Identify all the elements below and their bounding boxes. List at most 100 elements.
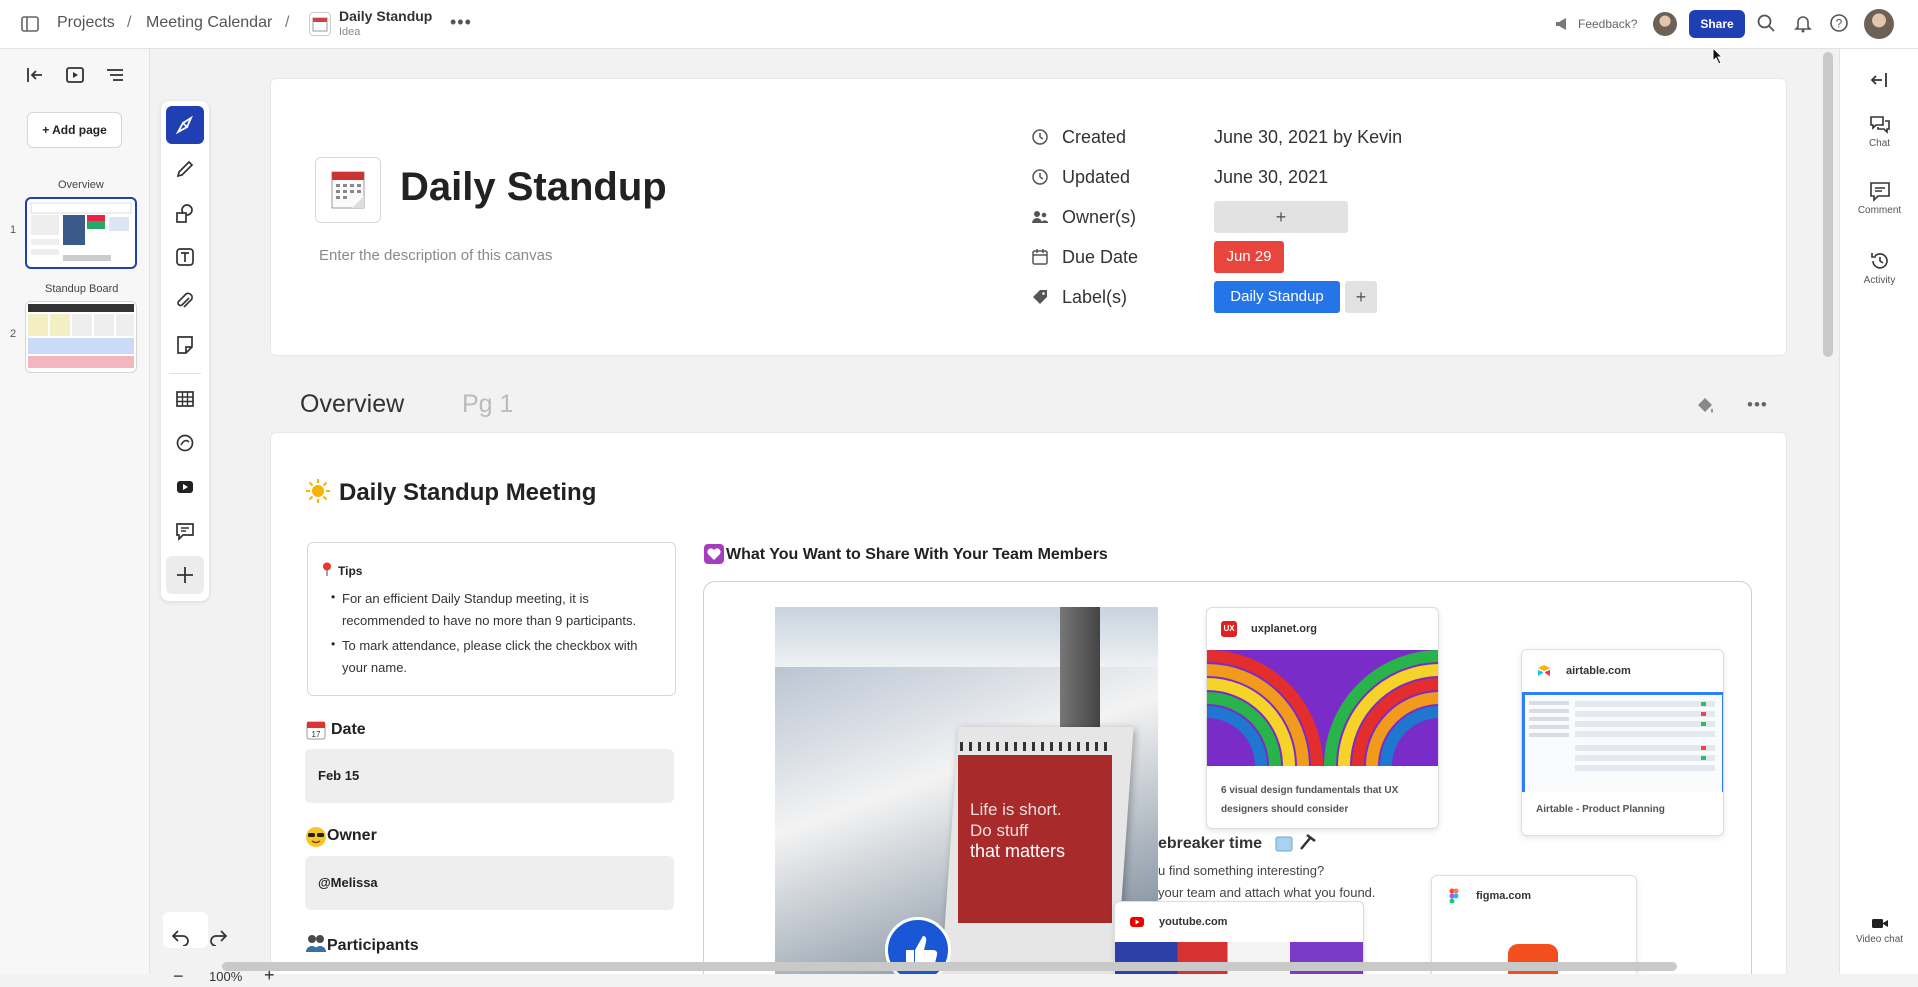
created-label: Created xyxy=(1062,127,1127,147)
icebreaker-line: your team and attach what you found. xyxy=(1158,885,1376,900)
whiteboard-tool-icon[interactable] xyxy=(166,424,204,462)
owner-field[interactable]: @Melissa xyxy=(305,856,674,910)
redo-icon[interactable] xyxy=(208,928,228,946)
add-label-button[interactable]: + xyxy=(1345,281,1377,313)
table-tool-icon[interactable] xyxy=(166,380,204,418)
divider xyxy=(169,373,201,374)
link-card-uxplanet[interactable]: UX uxplanet.org 6 visual design fundamen… xyxy=(1206,607,1439,829)
undo-icon[interactable] xyxy=(171,928,191,946)
vertical-scrollbar[interactable] xyxy=(1823,52,1833,357)
motivational-photo[interactable]: Life is short. Do stuff that matters xyxy=(775,607,1158,974)
tip-item: For an efficient Daily Standup meeting, … xyxy=(342,591,637,628)
canvas-status: Idea xyxy=(339,26,361,38)
feedback-link[interactable]: Feedback? xyxy=(1578,17,1637,31)
clock-icon xyxy=(1031,128,1049,146)
breadcrumb-separator: / xyxy=(285,14,290,31)
link-caption: 6 visual design fundamentals that UX des… xyxy=(1221,785,1399,815)
comment-tool-icon[interactable] xyxy=(166,512,204,550)
link-card-header: figma.com xyxy=(1432,876,1636,916)
zoom-out-button[interactable]: − xyxy=(173,966,184,987)
share-heading: What You Want to Share With Your Team Me… xyxy=(726,546,1108,563)
megaphone-icon xyxy=(1554,16,1570,32)
link-card-figma[interactable]: figma.com xyxy=(1431,875,1637,974)
meeting-heading[interactable]: Daily Standup Meeting xyxy=(339,479,596,507)
pin-icon xyxy=(322,562,332,576)
sidebar-toggle-icon[interactable] xyxy=(20,14,42,36)
canvas-heading[interactable]: Daily Standup xyxy=(400,165,667,210)
mouse-cursor-icon xyxy=(1712,47,1724,65)
tab-pg1[interactable]: Pg 1 xyxy=(462,390,513,419)
pen-tool-icon[interactable] xyxy=(166,150,204,188)
link-domain: airtable.com xyxy=(1566,665,1631,677)
page-thumbnail-overview[interactable] xyxy=(25,197,137,269)
search-icon[interactable] xyxy=(1756,13,1776,33)
add-tool-icon[interactable] xyxy=(166,556,204,594)
canvas-calendar-icon[interactable] xyxy=(315,157,381,223)
zoom-level[interactable]: 100% xyxy=(209,969,242,984)
updated-value: June 30, 2021 xyxy=(1214,167,1329,187)
comment-icon xyxy=(1869,182,1890,202)
video-embed-icon[interactable] xyxy=(166,468,204,506)
link-card-airtable[interactable]: airtable.com Airtable - Product Planning xyxy=(1521,649,1724,836)
outline-icon[interactable] xyxy=(104,64,126,86)
share-button[interactable]: Share xyxy=(1689,10,1745,38)
uxplanet-preview-image xyxy=(1207,650,1438,766)
label-tag[interactable]: Daily Standup xyxy=(1214,281,1340,313)
video-chat-label: Video chat xyxy=(1855,934,1904,945)
attachment-icon[interactable] xyxy=(166,282,204,320)
activity-button[interactable]: Activity xyxy=(1840,250,1918,286)
page-number: 1 xyxy=(10,224,17,236)
sticky-note-icon[interactable] xyxy=(166,326,204,364)
chat-label: Chat xyxy=(1868,138,1891,149)
shapes-tool-icon[interactable] xyxy=(166,194,204,232)
breadcrumb-meeting-calendar[interactable]: Meeting Calendar xyxy=(146,14,272,32)
updated-label: Updated xyxy=(1062,167,1131,187)
present-icon[interactable] xyxy=(64,64,86,86)
select-tool-icon[interactable] xyxy=(166,106,204,144)
paint-bucket-icon[interactable] xyxy=(1694,394,1716,416)
breadcrumb-projects[interactable]: Projects xyxy=(57,14,115,32)
collapse-left-icon[interactable] xyxy=(24,64,46,86)
video-camera-icon xyxy=(1871,919,1888,928)
share-whiteboard[interactable]: Life is short. Do stuff that matters ebr… xyxy=(703,581,1752,974)
airtable-logo-icon xyxy=(1536,663,1552,679)
link-card-header: youtube.com xyxy=(1115,902,1363,942)
more-options-icon[interactable]: ••• xyxy=(450,12,472,33)
page-label-standup-board: Standup Board xyxy=(45,283,119,295)
tab-overview[interactable]: Overview xyxy=(300,390,404,419)
date-label: Date xyxy=(331,721,366,738)
collaborator-avatar[interactable] xyxy=(1653,12,1677,36)
heart-emoji-icon xyxy=(703,543,725,565)
people-icon xyxy=(1031,208,1049,226)
help-icon[interactable]: ? xyxy=(1829,13,1849,33)
date-field[interactable]: Feb 15 xyxy=(305,749,674,803)
calendar-emoji-icon: 17 xyxy=(305,719,327,741)
bell-icon[interactable] xyxy=(1793,13,1813,33)
video-chat-button[interactable]: Video chat xyxy=(1840,915,1918,945)
comment-button[interactable]: Comment xyxy=(1840,180,1918,216)
calendar-quote-line: Do stuff xyxy=(970,821,1029,840)
horizontal-scrollbar[interactable] xyxy=(222,962,1677,971)
text-tool-icon[interactable] xyxy=(166,238,204,276)
tab-more-icon[interactable]: ••• xyxy=(1747,395,1768,415)
link-card-header: airtable.com xyxy=(1522,650,1723,692)
add-page-button[interactable]: + Add page xyxy=(27,112,122,148)
canvas-title[interactable]: Daily Standup xyxy=(339,8,432,24)
description-placeholder[interactable]: Enter the description of this canvas xyxy=(319,247,552,264)
ice-hammer-icon xyxy=(1275,833,1319,853)
due-date-badge[interactable]: Jun 29 xyxy=(1214,241,1284,273)
created-value: June 30, 2021 by Kevin xyxy=(1214,127,1403,147)
bullet: • xyxy=(331,637,336,651)
uxplanet-logo-icon: UX xyxy=(1221,621,1237,637)
tool-strip xyxy=(161,101,209,601)
top-bar: Projects / Meeting Calendar / Daily Stan… xyxy=(0,0,1918,49)
calendar-icon xyxy=(1031,248,1049,266)
tips-box: Tips • For an efficient Daily Standup me… xyxy=(307,542,676,696)
add-owner-button[interactable]: + xyxy=(1214,201,1348,233)
link-domain: youtube.com xyxy=(1159,916,1228,928)
chat-button[interactable]: Chat xyxy=(1840,113,1918,149)
user-avatar[interactable] xyxy=(1864,9,1894,39)
comment-label: Comment xyxy=(1857,205,1902,216)
collapse-right-icon[interactable] xyxy=(1868,69,1890,91)
page-thumbnail-standup-board[interactable] xyxy=(25,301,137,373)
